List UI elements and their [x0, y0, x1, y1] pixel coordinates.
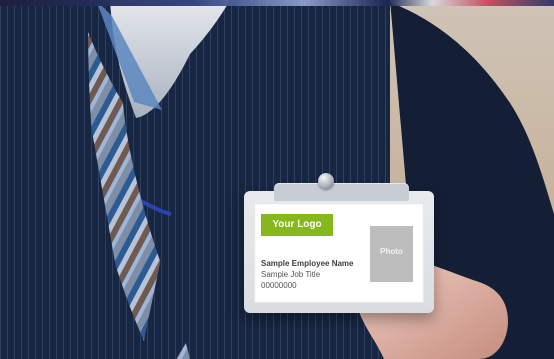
- badge-clip-icon: [318, 173, 334, 189]
- logo-placeholder: Your Logo: [261, 214, 333, 236]
- id-badge-holder: Your Logo Sample Employee Name Sample Jo…: [244, 173, 434, 313]
- employee-name: Sample Employee Name: [261, 259, 354, 268]
- employee-badge-scene: Your Logo Sample Employee Name Sample Jo…: [0, 0, 554, 359]
- top-color-strip: [0, 0, 554, 6]
- employee-number: 00000000: [261, 281, 297, 290]
- photo-placeholder: Photo: [370, 226, 413, 282]
- job-title: Sample Job Title: [261, 270, 321, 279]
- badge-holder-slot: [274, 183, 409, 201]
- employee-id-card: Your Logo Sample Employee Name Sample Jo…: [254, 203, 424, 303]
